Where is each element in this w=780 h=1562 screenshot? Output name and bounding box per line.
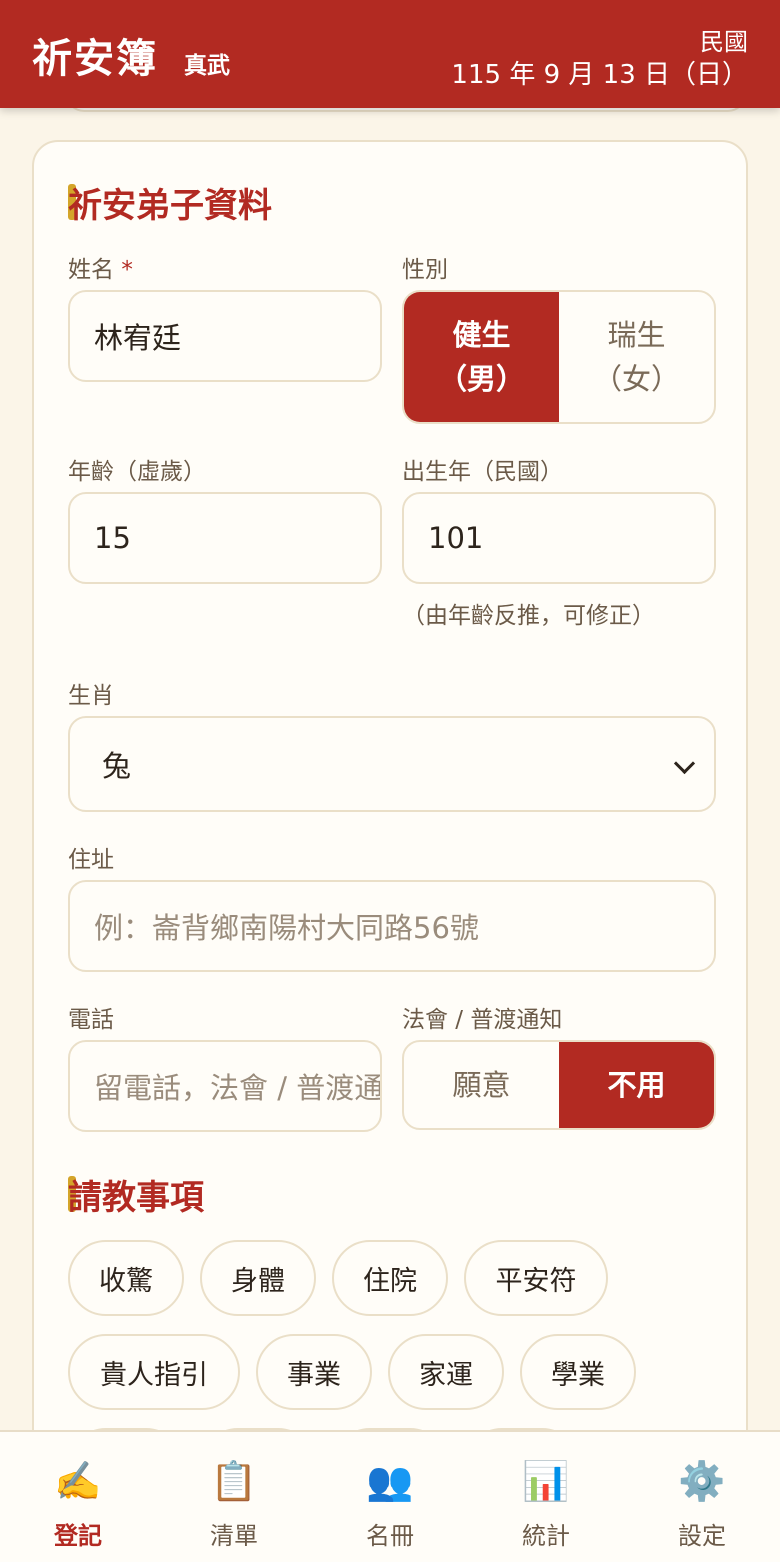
gender-label: 性別 [402, 257, 448, 283]
required-mark: * [121, 257, 133, 283]
writing-hand-icon: ✍️ [54, 1459, 102, 1503]
temple-name: 真武 [184, 53, 230, 79]
section-title-profile: 祈安弟子資料 [68, 186, 272, 226]
topic-chip[interactable]: 家運 [388, 1334, 504, 1410]
topic-chip[interactable]: 身體 [200, 1240, 316, 1316]
notify-option-yes[interactable]: 願意 [404, 1042, 559, 1128]
bottom-tab-bar: ✍️ 登記 📋 清單 👥 名冊 📊 統計 ⚙️ 設定 [0, 1430, 780, 1562]
registration-card: 祈安弟子資料 姓名 * 林宥廷 性別 健生 （男） 瑞生 （女） 年齡（虛歲） … [32, 140, 748, 1540]
topic-chip[interactable]: 事業 [256, 1334, 372, 1410]
tab-label: 清單 [210, 1522, 258, 1550]
age-label: 年齡（虛歲） [68, 459, 206, 485]
notify-label: 法會 / 普渡通知 [402, 1007, 563, 1033]
tab-label: 設定 [678, 1522, 726, 1550]
name-input[interactable]: 林宥廷 [68, 290, 382, 382]
chevron-down-icon [673, 752, 696, 775]
gear-icon: ⚙️ [678, 1459, 726, 1503]
gender-option-male[interactable]: 健生 （男） [404, 292, 559, 422]
tab-list[interactable]: 📋 清單 [156, 1432, 312, 1562]
tab-register[interactable]: ✍️ 登記 [0, 1432, 156, 1562]
age-input[interactable]: 15 [68, 492, 382, 584]
notify-toggle: 願意 不用 [402, 1040, 716, 1130]
tab-stats[interactable]: 📊 統計 [468, 1432, 624, 1562]
topic-chip[interactable]: 住院 [332, 1240, 448, 1316]
birth-year-label: 出生年（民國） [402, 459, 563, 485]
date-era: 民國 [700, 28, 748, 56]
birth-year-hint: （由年齡反推，可修正） [402, 603, 655, 629]
bar-chart-icon: 📊 [522, 1459, 570, 1503]
zodiac-select[interactable]: 兔 [68, 716, 716, 812]
tab-label: 登記 [54, 1522, 102, 1550]
zodiac-label: 生肖 [68, 683, 114, 709]
gender-option-female[interactable]: 瑞生 （女） [559, 292, 714, 422]
name-label: 姓名 * [68, 257, 133, 283]
app-header: 祈安簿 真武 民國 115 年 9 月 13 日（日） [0, 0, 780, 108]
tab-label: 統計 [522, 1522, 570, 1550]
address-label: 住址 [68, 847, 114, 873]
clipboard-icon: 📋 [210, 1459, 258, 1503]
tab-roster[interactable]: 👥 名冊 [312, 1432, 468, 1562]
address-input[interactable]: 例：崙背鄉南陽村大同路56號 [68, 880, 716, 972]
tab-label: 名冊 [366, 1522, 414, 1550]
topic-chip[interactable]: 收驚 [68, 1240, 184, 1316]
app-title: 祈安簿 [32, 35, 158, 82]
topic-chip[interactable]: 學業 [520, 1334, 636, 1410]
topic-chip[interactable]: 貴人指引 [68, 1334, 240, 1410]
section-title-topics: 請教事項 [68, 1178, 204, 1218]
gender-toggle: 健生 （男） 瑞生 （女） [402, 290, 716, 424]
topic-chip[interactable]: 平安符 [464, 1240, 608, 1316]
notify-option-no[interactable]: 不用 [559, 1042, 714, 1128]
tab-settings[interactable]: ⚙️ 設定 [624, 1432, 780, 1562]
birth-year-input[interactable]: 101 [402, 492, 716, 584]
phone-label: 電話 [68, 1007, 114, 1033]
people-icon: 👥 [366, 1459, 414, 1503]
current-date: 115 年 9 月 13 日（日） [451, 60, 748, 90]
phone-input[interactable]: 留電話，法會 / 普渡通知 [68, 1040, 382, 1132]
